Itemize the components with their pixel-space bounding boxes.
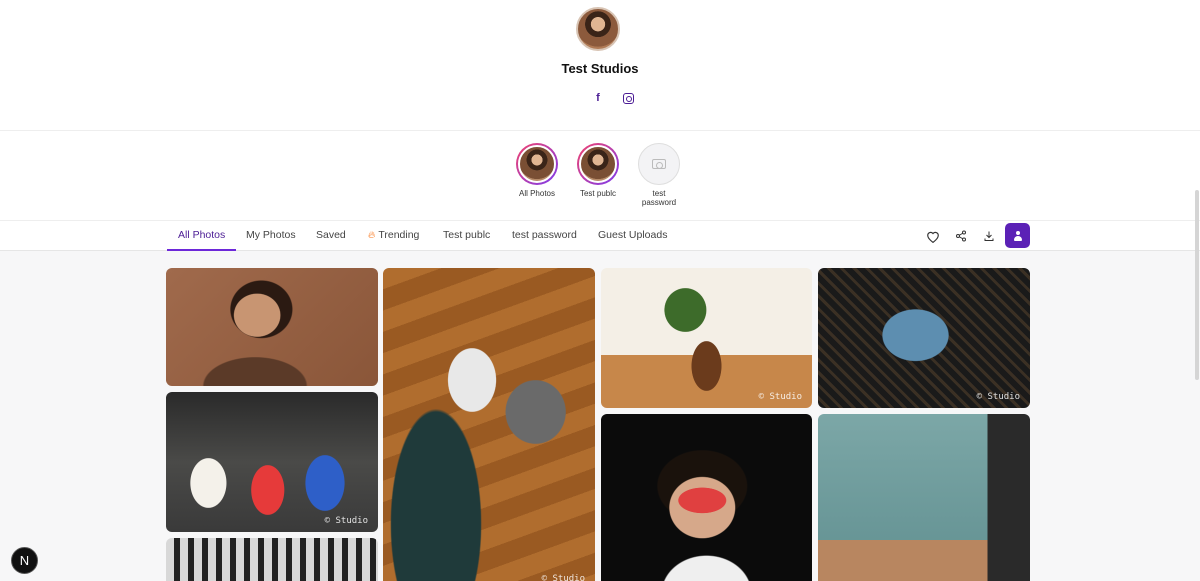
photo-gallery: © Studio © Studio © Studio © Studio — [0, 251, 1200, 581]
tab-test-publc[interactable]: Test publc — [432, 221, 501, 251]
gallery-photo[interactable]: © Studio — [601, 268, 812, 408]
profile-header: Test Studios f — [0, 0, 1200, 131]
album-all-photos[interactable]: All Photos — [507, 143, 567, 198]
watermark: © Studio — [758, 392, 802, 402]
profile-avatar[interactable] — [576, 7, 620, 51]
tab-trending[interactable]: 🔥︎ Trending — [357, 221, 430, 251]
gallery-photo[interactable] — [601, 414, 812, 581]
album-test-publc[interactable]: Test publc — [568, 143, 628, 198]
profile-name: Test Studios — [561, 61, 639, 76]
share-icon[interactable] — [953, 228, 969, 244]
user-button[interactable] — [1005, 223, 1030, 248]
floating-badge[interactable]: N — [11, 547, 38, 574]
tab-all-photos[interactable]: All Photos — [167, 221, 237, 251]
album-label: test password — [641, 189, 677, 207]
album-strip: All Photos Test publc test password — [0, 131, 1200, 220]
download-icon[interactable] — [981, 228, 997, 244]
tab-my-photos[interactable]: My Photos — [235, 221, 307, 251]
camera-icon — [652, 159, 666, 169]
album-cover-placeholder — [638, 143, 680, 185]
tab-bar: All Photos My Photos Saved 🔥︎ Trending Te… — [0, 220, 1200, 251]
instagram-icon[interactable] — [621, 91, 635, 105]
watermark: © Studio — [324, 516, 368, 526]
fire-icon: 🔥︎ — [368, 230, 376, 241]
facebook-icon[interactable]: f — [591, 91, 605, 105]
watermark: © Studio — [541, 574, 585, 581]
album-test-password[interactable]: test password — [629, 143, 689, 207]
album-cover — [577, 143, 619, 185]
tab-guest-uploads[interactable]: Guest Uploads — [587, 221, 678, 251]
gallery-photo[interactable] — [166, 538, 378, 581]
heart-icon[interactable] — [925, 228, 941, 244]
album-label: All Photos — [518, 189, 556, 198]
gallery-photo[interactable]: © Studio — [383, 268, 595, 581]
tab-test-password[interactable]: test password — [501, 221, 588, 251]
gallery-photo[interactable] — [166, 268, 378, 386]
watermark: © Studio — [976, 392, 1020, 402]
gallery-photo[interactable]: © Studio — [166, 392, 378, 532]
album-label: Test publc — [579, 189, 617, 198]
tab-saved[interactable]: Saved — [305, 221, 357, 251]
scrollbar[interactable] — [1195, 190, 1199, 380]
gallery-photo[interactable]: © Studio — [818, 268, 1030, 408]
user-icon — [1013, 230, 1023, 241]
album-cover — [516, 143, 558, 185]
gallery-photo[interactable] — [818, 414, 1030, 581]
